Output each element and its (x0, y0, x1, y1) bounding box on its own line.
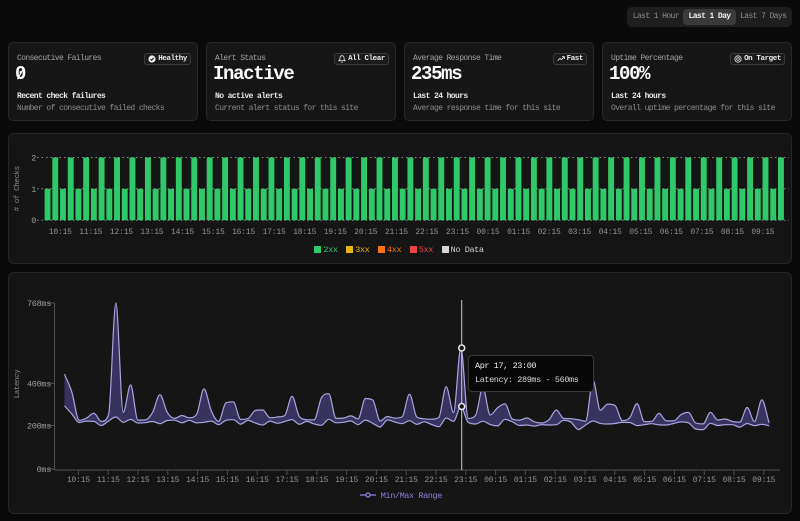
svg-text:01:15: 01:15 (507, 228, 530, 237)
svg-text:0: 0 (31, 216, 36, 226)
svg-text:19:15: 19:15 (324, 228, 347, 237)
svg-text:15:15: 15:15 (202, 228, 225, 237)
svg-text:22:15: 22:15 (424, 476, 447, 485)
svg-text:10:15: 10:15 (67, 476, 90, 485)
svg-text:13:15: 13:15 (140, 228, 163, 237)
svg-text:23:15: 23:15 (454, 476, 477, 485)
svg-text:03:15: 03:15 (573, 476, 596, 485)
svg-text:00:15: 00:15 (476, 228, 499, 237)
svg-text:# of Checks: # of Checks (14, 166, 22, 211)
svg-text:15:15: 15:15 (216, 476, 239, 485)
svg-text:16:15: 16:15 (246, 476, 269, 485)
svg-text:04:15: 04:15 (603, 476, 626, 485)
svg-text:16:15: 16:15 (232, 228, 255, 237)
svg-text:06:15: 06:15 (663, 476, 686, 485)
svg-text:Latency: Latency (14, 369, 22, 399)
svg-text:19:15: 19:15 (335, 476, 358, 485)
svg-text:09:15: 09:15 (751, 228, 774, 237)
svg-text:17:15: 17:15 (275, 476, 298, 485)
svg-text:2: 2 (31, 154, 36, 164)
svg-text:03:15: 03:15 (568, 228, 591, 237)
svg-text:20:15: 20:15 (365, 476, 388, 485)
svg-text:14:15: 14:15 (186, 476, 209, 485)
svg-text:07:15: 07:15 (690, 228, 713, 237)
svg-text:10:15: 10:15 (49, 228, 72, 237)
svg-text:05:15: 05:15 (633, 476, 656, 485)
svg-text:0ms: 0ms (37, 465, 52, 475)
svg-text:11:15: 11:15 (79, 228, 102, 237)
svg-text:200ms: 200ms (27, 422, 51, 432)
svg-text:12:15: 12:15 (110, 228, 133, 237)
svg-text:05:15: 05:15 (629, 228, 652, 237)
svg-text:04:15: 04:15 (599, 228, 622, 237)
svg-text:11:15: 11:15 (97, 476, 120, 485)
svg-text:20:15: 20:15 (354, 228, 377, 237)
svg-text:18:15: 18:15 (305, 476, 328, 485)
svg-text:400ms: 400ms (27, 379, 51, 389)
svg-text:22:15: 22:15 (415, 228, 438, 237)
svg-text:14:15: 14:15 (171, 228, 194, 237)
svg-text:01:15: 01:15 (514, 476, 537, 485)
svg-text:21:15: 21:15 (395, 476, 418, 485)
svg-text:13:15: 13:15 (156, 476, 179, 485)
svg-text:07:15: 07:15 (693, 476, 716, 485)
svg-text:08:15: 08:15 (722, 476, 745, 485)
svg-text:00:15: 00:15 (484, 476, 507, 485)
svg-text:08:15: 08:15 (721, 228, 744, 237)
svg-text:12:15: 12:15 (126, 476, 149, 485)
svg-text:17:15: 17:15 (263, 228, 286, 237)
svg-text:18:15: 18:15 (293, 228, 316, 237)
svg-text:02:15: 02:15 (538, 228, 561, 237)
svg-text:768ms: 768ms (27, 299, 51, 309)
svg-text:21:15: 21:15 (385, 228, 408, 237)
svg-text:23:15: 23:15 (446, 228, 469, 237)
svg-text:1: 1 (31, 185, 36, 195)
svg-text:09:15: 09:15 (752, 476, 775, 485)
svg-text:06:15: 06:15 (660, 228, 683, 237)
svg-text:02:15: 02:15 (544, 476, 567, 485)
